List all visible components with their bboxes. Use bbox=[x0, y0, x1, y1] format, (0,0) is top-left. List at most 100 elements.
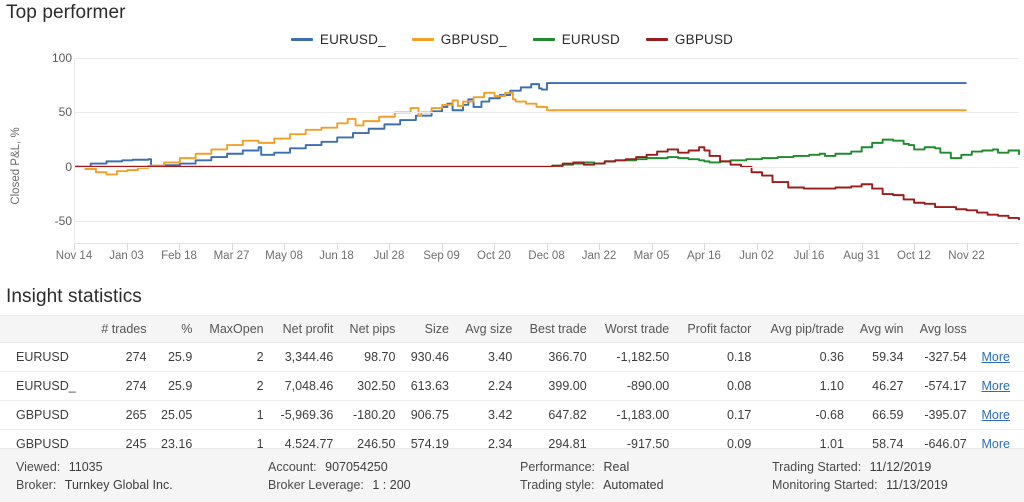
broker-row: Broker: Turnkey Global Inc. bbox=[16, 476, 268, 494]
chart-legend: EURUSD_ GBPUSD_ EURUSD GBPUSD bbox=[0, 32, 1024, 47]
chart-series-svg bbox=[75, 58, 1019, 243]
footer-column-4: Trading Started: 11/12/2019 Monitoring S… bbox=[772, 458, 1024, 494]
cell-pct: 25.9 bbox=[156, 342, 203, 372]
cell-avg-pip-trade: 1.10 bbox=[761, 371, 854, 401]
cell-avg-loss: -327.54 bbox=[913, 342, 977, 372]
cell-avg-win: 59.34 bbox=[853, 342, 914, 372]
x-tick-label: Aug 31 bbox=[843, 250, 880, 262]
column-header-more bbox=[976, 315, 1024, 343]
cell-symbol: EURUSD bbox=[0, 342, 96, 372]
cell-max-open: 2 bbox=[202, 371, 274, 401]
x-tick-label: Oct 12 bbox=[897, 250, 931, 262]
column-header-worst_trade: Worst trade bbox=[596, 315, 680, 343]
legend-label: EURUSD bbox=[561, 32, 620, 47]
y-tick-label: -50 bbox=[54, 214, 72, 229]
cell-worst-trade: -1,182.50 bbox=[596, 342, 680, 372]
x-tick-label: Nov 14 bbox=[55, 250, 93, 262]
cell-max-open: 2 bbox=[202, 342, 274, 372]
table-header-row: # trades% MaxOpen Net profit Net pips Size Av… bbox=[0, 315, 1024, 343]
account-summary-footer: Viewed: 11035 Broker: Turnkey Global Inc… bbox=[0, 448, 1024, 502]
chart-plot-wrapper: Closed P&L, % 100 50 0 -50 Nov 14 Jan 03 Feb … bbox=[0, 51, 1024, 276]
broker-leverage-value: 1 : 200 bbox=[372, 478, 411, 492]
legend-item-gbpusd-underscore[interactable]: GBPUSD_ bbox=[411, 32, 507, 47]
x-tick-label: Jun 18 bbox=[319, 250, 354, 262]
legend-item-eurusd-underscore[interactable]: EURUSD_ bbox=[290, 32, 386, 47]
performance-label: Performance: bbox=[520, 460, 596, 474]
series-line-eurusd bbox=[75, 140, 1019, 167]
cell-more: More bbox=[976, 400, 1024, 430]
legend-swatch-icon bbox=[290, 38, 313, 41]
cell-trades: 274 bbox=[95, 342, 157, 372]
cell-net-pips: 98.70 bbox=[343, 342, 406, 372]
insight-statistics-table-block: # trades% MaxOpen Net profit Net pips Size Av… bbox=[0, 315, 1024, 459]
cell-best-trade: 399.00 bbox=[522, 371, 597, 401]
column-header-profit_factor: Profit factor bbox=[679, 315, 762, 343]
broker-label: Broker: bbox=[16, 478, 57, 492]
cell-net-profit: 7,048.46 bbox=[273, 371, 344, 401]
cell-net-pips: 302.50 bbox=[343, 371, 406, 401]
table-row[interactable]: GBPUSD 265 25.05 1 -5,969.36 -180.20 906.75 3.4… bbox=[0, 400, 1024, 430]
column-header-pct: % bbox=[156, 315, 203, 343]
cell-avg-loss: -395.07 bbox=[913, 400, 977, 430]
viewed-value: 11035 bbox=[68, 460, 103, 474]
trading-started-value: 11/12/2019 bbox=[869, 460, 932, 474]
broker-leverage-label: Broker Leverage: bbox=[268, 478, 364, 492]
cell-trades: 265 bbox=[95, 400, 157, 430]
trading-style-label: Trading style: bbox=[520, 478, 595, 492]
insight-statistics-title: Insight statistics bbox=[6, 286, 142, 307]
cell-avg-pip-trade: 0.36 bbox=[761, 342, 854, 372]
x-tick-label: Feb 18 bbox=[161, 250, 197, 262]
account-value: 907054250 bbox=[325, 460, 388, 474]
table-row[interactable]: EURUSD_ 274 25.9 2 7,048.46 302.50 613.63 2.24 3… bbox=[0, 371, 1024, 401]
cell-profit-factor: 0.18 bbox=[679, 342, 762, 372]
legend-item-eurusd[interactable]: EURUSD bbox=[532, 32, 620, 47]
footer-column-1: Viewed: 11035 Broker: Turnkey Global Inc… bbox=[16, 458, 268, 494]
broker-leverage-row: Broker Leverage: 1 : 200 bbox=[268, 476, 520, 494]
x-tick-label: Mar 27 bbox=[213, 250, 250, 262]
column-header-avg_loss: Avg loss bbox=[913, 315, 977, 343]
more-link[interactable]: More bbox=[982, 408, 1010, 422]
insight-statistics-table: # trades% MaxOpen Net profit Net pips Size Av… bbox=[0, 315, 1024, 459]
table-row[interactable]: EURUSD 274 25.9 2 3,344.46 98.70 930.46 3.40 366… bbox=[0, 342, 1024, 372]
cell-pct: 25.05 bbox=[156, 400, 203, 430]
account-label: Account: bbox=[268, 460, 317, 474]
more-link[interactable]: More bbox=[982, 379, 1010, 393]
legend-swatch-icon bbox=[411, 38, 434, 41]
cell-net-pips: -180.20 bbox=[343, 400, 406, 430]
cell-more: More bbox=[976, 371, 1024, 401]
column-header-max_open: MaxOpen bbox=[202, 315, 274, 343]
cell-size: 906.75 bbox=[405, 400, 459, 430]
trading-started-label: Trading Started: bbox=[772, 460, 862, 474]
column-header-trades: # trades bbox=[95, 315, 157, 343]
cell-avg-size: 3.40 bbox=[458, 342, 523, 372]
gridline bbox=[75, 58, 1019, 59]
legend-label: EURUSD_ bbox=[319, 32, 386, 47]
monitoring-started-value: 11/13/2019 bbox=[886, 478, 948, 492]
cell-max-open: 1 bbox=[202, 400, 274, 430]
cell-profit-factor: 0.08 bbox=[679, 371, 762, 401]
performance-chart: EURUSD_ GBPUSD_ EURUSD GBPUSD Closed P&L, %… bbox=[0, 28, 1024, 276]
y-tick-label: 50 bbox=[58, 105, 72, 120]
cell-best-trade: 647.82 bbox=[522, 400, 597, 430]
column-header-avg_win: Avg win bbox=[853, 315, 914, 343]
column-header-best_trade: Best trade bbox=[522, 315, 597, 343]
y-tick-label: 100 bbox=[51, 51, 72, 65]
gridline bbox=[75, 221, 1019, 223]
series-line-gbpusd-underscore bbox=[75, 93, 967, 175]
gridline bbox=[75, 166, 1019, 168]
monitoring-started-label: Monitoring Started: bbox=[772, 478, 878, 492]
x-tick-label: Nov 22 bbox=[948, 250, 985, 262]
cell-symbol: GBPUSD bbox=[0, 400, 96, 430]
column-header-avg_pip_trade: Avg pip/trade bbox=[761, 315, 854, 343]
cell-avg-win: 66.59 bbox=[853, 400, 914, 430]
performance-value: Real bbox=[603, 460, 630, 474]
page-title: Top performer bbox=[6, 2, 126, 23]
column-header-avg_size: Avg size bbox=[458, 315, 523, 343]
more-link[interactable]: More bbox=[982, 350, 1010, 364]
trading-style-row: Trading style: Automated bbox=[520, 476, 772, 494]
cell-worst-trade: -890.00 bbox=[596, 371, 680, 401]
legend-swatch-icon bbox=[532, 38, 555, 41]
cell-net-profit: -5,969.36 bbox=[273, 400, 344, 430]
legend-item-gbpusd[interactable]: GBPUSD bbox=[645, 32, 733, 47]
x-tick-label: Sep 09 bbox=[423, 250, 460, 262]
